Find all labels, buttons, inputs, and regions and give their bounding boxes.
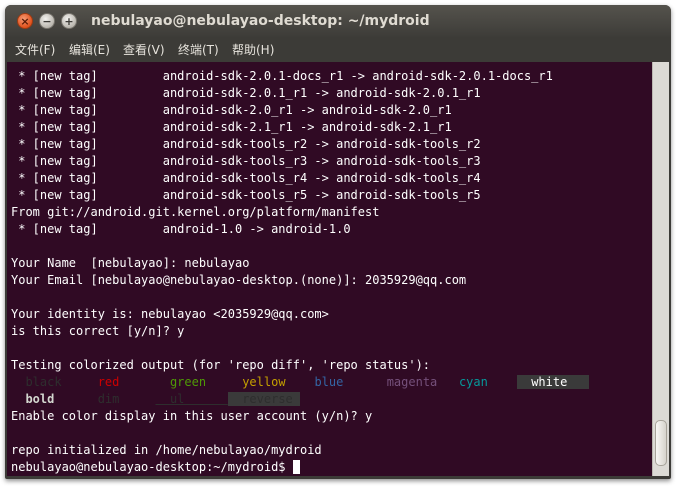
menu-help[interactable]: 帮助(H) [232,41,274,58]
window-title: nebulayao@nebulayao-desktop: ~/mydroid [91,13,430,29]
terminal-line: * [new tag] android-sdk-tools_r4 -> andr… [11,171,481,185]
terminal-line: Testing colorized output (for 'repo diff… [11,358,431,372]
color-sample: ul [155,392,228,406]
terminal-line: * [new tag] android-sdk-tools_r2 -> andr… [11,137,481,151]
menu-edit[interactable]: 编辑(E) [69,41,110,58]
terminal-line: Your identity is: nebulayao <2035929@qq.… [11,307,329,321]
color-test-row: black red green yellow blue magenta cyan… [11,374,652,391]
color-sample: red [83,375,156,389]
terminal-output[interactable]: * [new tag] android-sdk-2.0.1-docs_r1 ->… [7,62,652,476]
terminal-line: * [new tag] android-sdk-2.0.1-docs_r1 ->… [11,69,553,83]
color-sample: reverse [227,392,300,406]
terminal-line: * [new tag] android-sdk-tools_r5 -> andr… [11,188,481,202]
color-sample: magenta [372,375,445,389]
terminal-line: Your Name [nebulayao]: nebulayao [11,256,250,270]
title-bar[interactable]: × − + nebulayao@nebulayao-desktop: ~/myd… [5,5,671,37]
minimize-window-button[interactable]: − [39,13,55,29]
color-sample: white [516,375,589,389]
terminal-line: * [new tag] android-sdk-2.0_r1 -> androi… [11,103,452,117]
terminal-window: × − + nebulayao@nebulayao-desktop: ~/myd… [5,5,671,479]
color-sample: black [11,375,84,389]
color-sample: bold [11,392,84,406]
terminal-line: Your Email [nebulayao@nebulayao-desktop.… [11,273,467,287]
terminal-line: * [new tag] android-sdk-2.1_r1 -> androi… [11,120,452,134]
text-cursor [292,460,300,474]
color-sample: blue [300,375,373,389]
scrollbar-thumb[interactable] [655,420,667,466]
menu-file[interactable]: 文件(F) [15,41,55,58]
menu-view[interactable]: 查看(V) [123,41,165,58]
attribute-test-row: bold dim ul reverse [11,391,652,408]
menu-bar: 文件(F) 编辑(E) 查看(V) 终端(T) 帮助(H) [5,37,671,61]
terminal-line: is this correct [y/n]? y [11,324,185,338]
terminal-line: * [new tag] android-sdk-tools_r3 -> andr… [11,154,481,168]
terminal-line: * [new tag] android-sdk-2.0.1_r1 -> andr… [11,86,481,100]
color-sample: dim [83,392,156,406]
terminal-line: Enable color display in this user accoun… [11,409,373,423]
close-window-button[interactable]: × [17,13,33,29]
menu-terminal[interactable]: 终端(T) [178,41,219,58]
terminal-line: * [new tag] android-1.0 -> android-1.0 [11,222,351,236]
shell-prompt: nebulayao@nebulayao-desktop:~/mydroid$ [11,460,293,474]
terminal-scrollbar[interactable] [652,62,669,476]
shell-prompt-line: nebulayao@nebulayao-desktop:~/mydroid$ [11,459,652,476]
color-sample: yellow [227,375,300,389]
color-sample: green [155,375,228,389]
terminal-line: From git://android.git.kernel.org/platfo… [11,205,380,219]
maximize-window-button[interactable]: + [61,13,77,29]
color-sample: cyan [444,375,517,389]
terminal-line: repo initialized in /home/nebulayao/mydr… [11,443,322,457]
